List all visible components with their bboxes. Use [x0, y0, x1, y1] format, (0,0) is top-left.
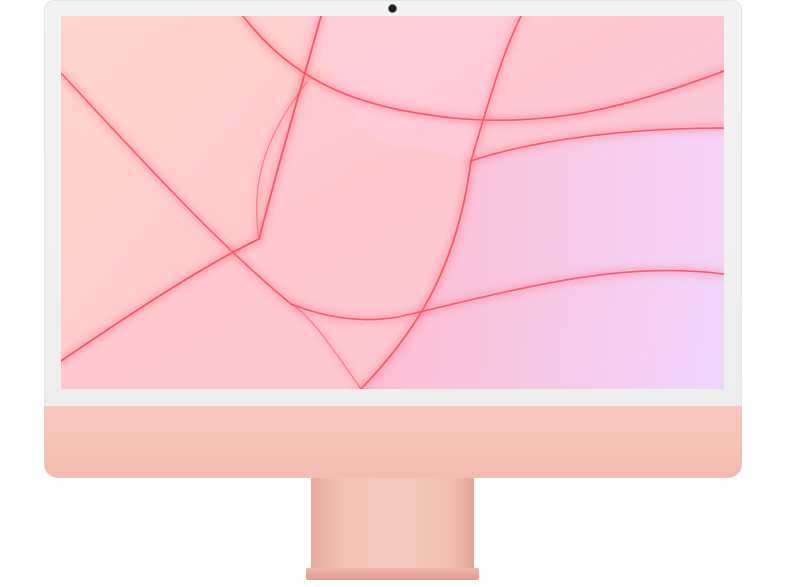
imac-stand-base	[306, 568, 479, 580]
display-screen	[61, 16, 724, 389]
front-camera	[389, 5, 396, 12]
imac-front	[44, 0, 742, 478]
wallpaper	[61, 16, 724, 389]
imac-chin	[44, 406, 742, 478]
imac-stand	[311, 478, 474, 576]
product-image	[0, 0, 786, 587]
